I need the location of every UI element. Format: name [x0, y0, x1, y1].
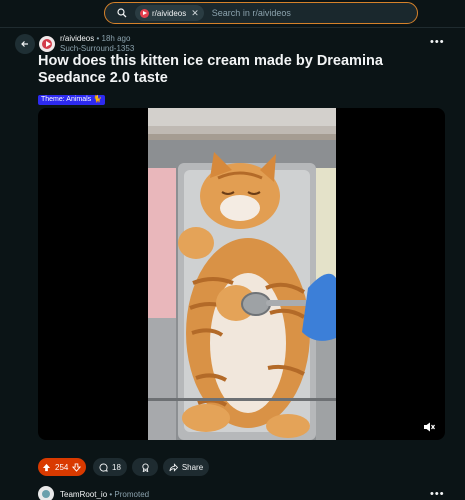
promoted-separator: •	[109, 490, 113, 499]
meta-separator: •	[96, 34, 100, 43]
search-input[interactable]: Search in r/aivideos	[212, 8, 291, 18]
chip-close-icon[interactable]: ✕	[191, 8, 199, 19]
award-icon	[141, 462, 149, 472]
more-options-button[interactable]: •••	[430, 36, 445, 48]
vote-count: 254	[55, 462, 69, 472]
comment-count: 18	[112, 462, 121, 472]
promoted-user[interactable]: TeamRoot_io	[60, 490, 107, 499]
search-icon[interactable]	[109, 3, 135, 23]
share-label: Share	[181, 462, 204, 472]
video-player[interactable]	[38, 108, 445, 440]
top-bar: r/aivideos ✕ Search in r/aivideos	[0, 0, 465, 28]
subreddit-link[interactable]: r/aivideos	[60, 34, 94, 43]
share-button[interactable]: Share	[163, 458, 209, 476]
vote-control: 254	[38, 458, 86, 476]
promoted-more-button[interactable]: •••	[430, 488, 445, 500]
comment-bubble-icon	[99, 462, 108, 472]
mute-button[interactable]	[422, 420, 436, 434]
post-flair[interactable]: Theme: Animals 🐈	[38, 95, 105, 105]
arrow-up-icon[interactable]	[42, 463, 51, 472]
video-frame	[148, 108, 336, 440]
comments-button[interactable]: 18	[93, 458, 127, 476]
subreddit-avatar[interactable]	[39, 36, 55, 52]
promoted-avatar[interactable]	[38, 486, 54, 500]
divider	[0, 27, 465, 28]
share-arrow-icon	[169, 462, 178, 472]
community-chip[interactable]: r/aivideos ✕	[135, 5, 204, 21]
post-meta: r/aivideos • 18h ago Such-Surround-1353	[60, 34, 134, 54]
back-button[interactable]	[15, 34, 35, 54]
promoted-tag: Promoted	[114, 490, 150, 499]
award-button[interactable]	[132, 458, 158, 476]
arrow-left-icon	[21, 41, 28, 47]
arrow-down-icon[interactable]	[72, 462, 82, 472]
community-chip-label: r/aivideos	[152, 8, 187, 18]
search-bar[interactable]: r/aivideos ✕ Search in r/aivideos	[104, 2, 418, 24]
post-title: How does this kitten ice cream made by D…	[38, 53, 383, 86]
speaker-muted-icon	[424, 422, 435, 432]
kitten-ice-cream-video-image	[148, 108, 336, 440]
promoted-meta: TeamRoot_io • Promoted	[60, 490, 149, 499]
community-avatar-icon	[140, 8, 149, 18]
post-age: 18h ago	[101, 34, 131, 43]
